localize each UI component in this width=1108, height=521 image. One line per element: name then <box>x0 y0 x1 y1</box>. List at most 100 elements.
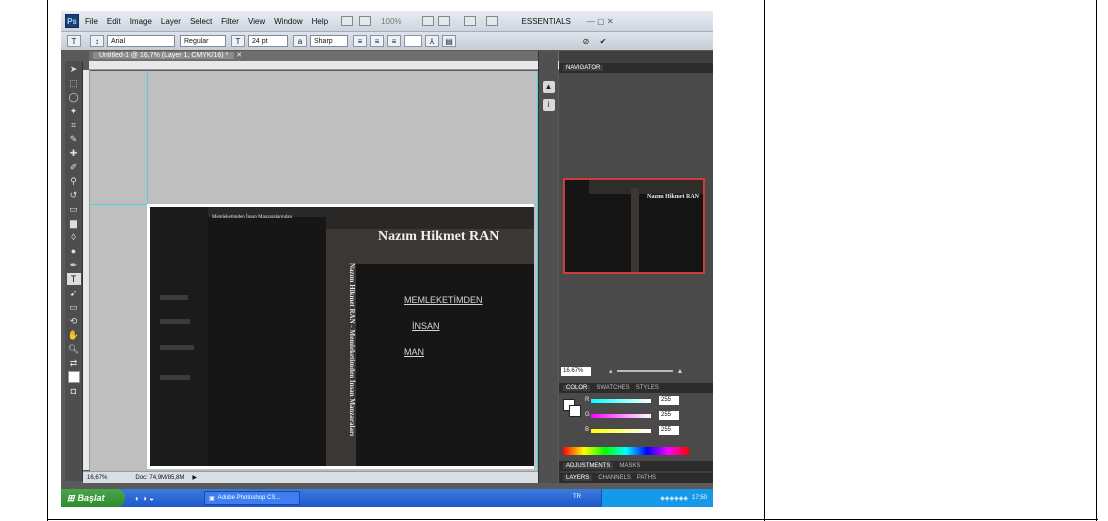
arrange-documents-icon[interactable] <box>463 16 476 26</box>
font-family-select[interactable]: Arial <box>107 35 175 47</box>
warp-text-icon[interactable]: ⅄ <box>425 35 439 47</box>
status-zoom[interactable]: 16,67% <box>87 475 107 481</box>
poem-line-3[interactable]: MAN <box>404 347 424 357</box>
tab-styles[interactable]: STYLES <box>636 385 659 391</box>
gradient-tool-icon[interactable]: ▆ <box>67 217 81 229</box>
close-tab-icon[interactable]: ✕ <box>236 52 242 59</box>
status-menu-arrow-icon[interactable]: ▶ <box>192 474 197 481</box>
antialias-select[interactable]: Sharp <box>310 35 348 47</box>
tab-navigator[interactable]: NAVIGATOR <box>563 65 604 71</box>
menu-select[interactable]: Select <box>190 17 212 26</box>
tab-color[interactable]: COLOR <box>563 385 591 391</box>
type-tool-icon[interactable]: T <box>66 273 81 285</box>
language-indicator[interactable]: TR <box>573 494 581 500</box>
align-center-icon[interactable]: ≡ <box>370 35 384 47</box>
tab-adjustments[interactable]: ADJUSTMENTS <box>563 463 614 469</box>
navigator-zoom-field[interactable]: 16.67% <box>561 366 591 376</box>
bridge-icon[interactable] <box>341 16 354 26</box>
info-icon[interactable]: i <box>542 99 555 111</box>
window-controls[interactable]: — ▢ ✕ <box>587 17 614 26</box>
commit-edit-icon[interactable]: ✔ <box>596 35 610 47</box>
zoom-tool-icon[interactable] <box>437 16 450 26</box>
background-color-swatch[interactable] <box>569 405 581 417</box>
align-left-icon[interactable]: ≡ <box>353 35 367 47</box>
character-panel-icon[interactable]: ▤ <box>442 35 456 47</box>
poem-line-1[interactable]: MEMLEKETİMDEN <box>404 295 483 305</box>
eyedropper-tool-icon[interactable]: ✎ <box>67 133 81 145</box>
zoom-in-icon[interactable]: ▲ <box>677 368 684 375</box>
tab-paths[interactable]: PATHS <box>637 475 656 481</box>
red-slider[interactable] <box>591 399 651 403</box>
marquee-tool-icon[interactable]: ⬚ <box>67 77 81 89</box>
font-size-icon: T <box>231 35 245 47</box>
brush-tool-icon[interactable]: ✐ <box>67 161 81 173</box>
menu-image[interactable]: Image <box>130 17 152 26</box>
vertical-title-text: Nazım Hikmet RAN - Memleketimden İnsan M… <box>348 262 356 437</box>
clock[interactable]: 17:50 <box>692 495 707 501</box>
zoom-tool-icon[interactable]: 🔍︎ <box>67 343 81 355</box>
navigator-thumbnail[interactable]: Nazım Hikmet RAN <box>563 178 705 274</box>
zoom-slider[interactable] <box>616 370 673 372</box>
green-slider[interactable] <box>591 414 651 418</box>
type-tool-icon[interactable]: T <box>67 35 81 47</box>
workspace-switcher[interactable]: ESSENTIALS <box>522 17 571 26</box>
font-style-select[interactable]: Regular <box>180 35 226 47</box>
status-doc-size[interactable]: Doc: 74,9M/85,8M <box>135 475 184 481</box>
path-selection-tool-icon[interactable]: ➹ <box>67 287 81 299</box>
dodge-tool-icon[interactable]: ● <box>67 245 81 257</box>
taskbar-item-photoshop[interactable]: ▣ Adobe Photoshop CS... <box>203 491 300 505</box>
menu-file[interactable]: File <box>85 17 98 26</box>
color-swatches-icon[interactable] <box>67 371 80 383</box>
menu-filter[interactable]: Filter <box>221 17 239 26</box>
blue-slider[interactable] <box>591 429 651 433</box>
crop-tool-icon[interactable]: ⌗ <box>67 119 81 131</box>
blue-value-field[interactable]: 255 <box>659 426 679 435</box>
poem-line-2[interactable]: İNSAN <box>412 321 440 331</box>
color-spectrum[interactable] <box>563 447 689 455</box>
document-tab[interactable]: Untitled-1 @ 16,7% (Layer 1, CMYK/16) * … <box>89 51 569 61</box>
menu-layer[interactable]: Layer <box>161 17 181 26</box>
tab-channels[interactable]: CHANNELS <box>598 475 631 481</box>
font-size-select[interactable]: 24 pt <box>248 35 288 47</box>
3d-rotate-tool-icon[interactable]: ⟲ <box>67 315 81 327</box>
align-right-icon[interactable]: ≡ <box>387 35 401 47</box>
green-value-field[interactable]: 255 <box>659 411 679 420</box>
lasso-tool-icon[interactable]: ◯ <box>67 91 81 103</box>
menu-window[interactable]: Window <box>274 17 302 26</box>
quick-mask-icon[interactable]: ◘ <box>67 385 81 397</box>
history-brush-tool-icon[interactable]: ↺ <box>67 189 81 201</box>
hand-tool-icon[interactable]: ✋ <box>67 329 81 341</box>
tab-masks[interactable]: MASKS <box>619 463 640 469</box>
document-tab-title[interactable]: Untitled-1 @ 16,7% (Layer 1, CMYK/16) * <box>93 52 235 59</box>
screen-mode-icon[interactable] <box>359 16 372 26</box>
document-canvas[interactable]: Memleketimden İnsan Manzaralarından Nazı… <box>147 204 534 469</box>
menu-edit[interactable]: Edit <box>107 17 121 26</box>
tab-swatches[interactable]: SWATCHES <box>596 385 629 391</box>
tray-icons[interactable]: ◈◈◈◈◈◈ <box>660 495 688 502</box>
pen-tool-icon[interactable]: ✒ <box>67 259 81 271</box>
screen-layout-icon[interactable] <box>485 16 498 26</box>
magic-wand-tool-icon[interactable]: ✦ <box>67 105 81 117</box>
text-orientation-icon[interactable]: ↕ <box>90 35 104 47</box>
photoshop-logo-icon[interactable]: Ps <box>65 14 79 28</box>
move-tool-icon[interactable]: ➤ <box>67 63 81 75</box>
menu-help[interactable]: Help <box>312 17 328 26</box>
options-bar: T ↕ Arial Regular T 24 pt a Sharp ≡ ≡ ≡ … <box>61 31 713 50</box>
quick-launch-icons[interactable]: ◐ ◑ ◒ <box>135 494 154 503</box>
text-color-swatch[interactable] <box>404 35 422 47</box>
cancel-edit-icon[interactable]: ⊘ <box>579 35 593 47</box>
shape-tool-icon[interactable]: ▭ <box>67 301 81 313</box>
zoom-out-icon[interactable]: ▴ <box>609 367 613 375</box>
hand-tool-icon[interactable] <box>421 16 434 26</box>
blur-tool-icon[interactable]: ◊ <box>67 231 81 243</box>
eraser-tool-icon[interactable]: ▭ <box>67 203 81 215</box>
histogram-icon[interactable]: ▲ <box>542 81 555 93</box>
swap-colors-icon[interactable]: ⇄ <box>67 357 81 369</box>
menu-view[interactable]: View <box>248 17 265 26</box>
start-button[interactable]: ⊞ Başlat <box>61 489 125 507</box>
tab-layers[interactable]: LAYERS <box>563 475 593 481</box>
red-value-field[interactable]: 255 <box>659 396 679 405</box>
zoom-level-menu[interactable]: 100% <box>381 17 401 26</box>
healing-tool-icon[interactable]: ✚ <box>67 147 81 159</box>
stamp-tool-icon[interactable]: ⚲ <box>67 175 81 187</box>
